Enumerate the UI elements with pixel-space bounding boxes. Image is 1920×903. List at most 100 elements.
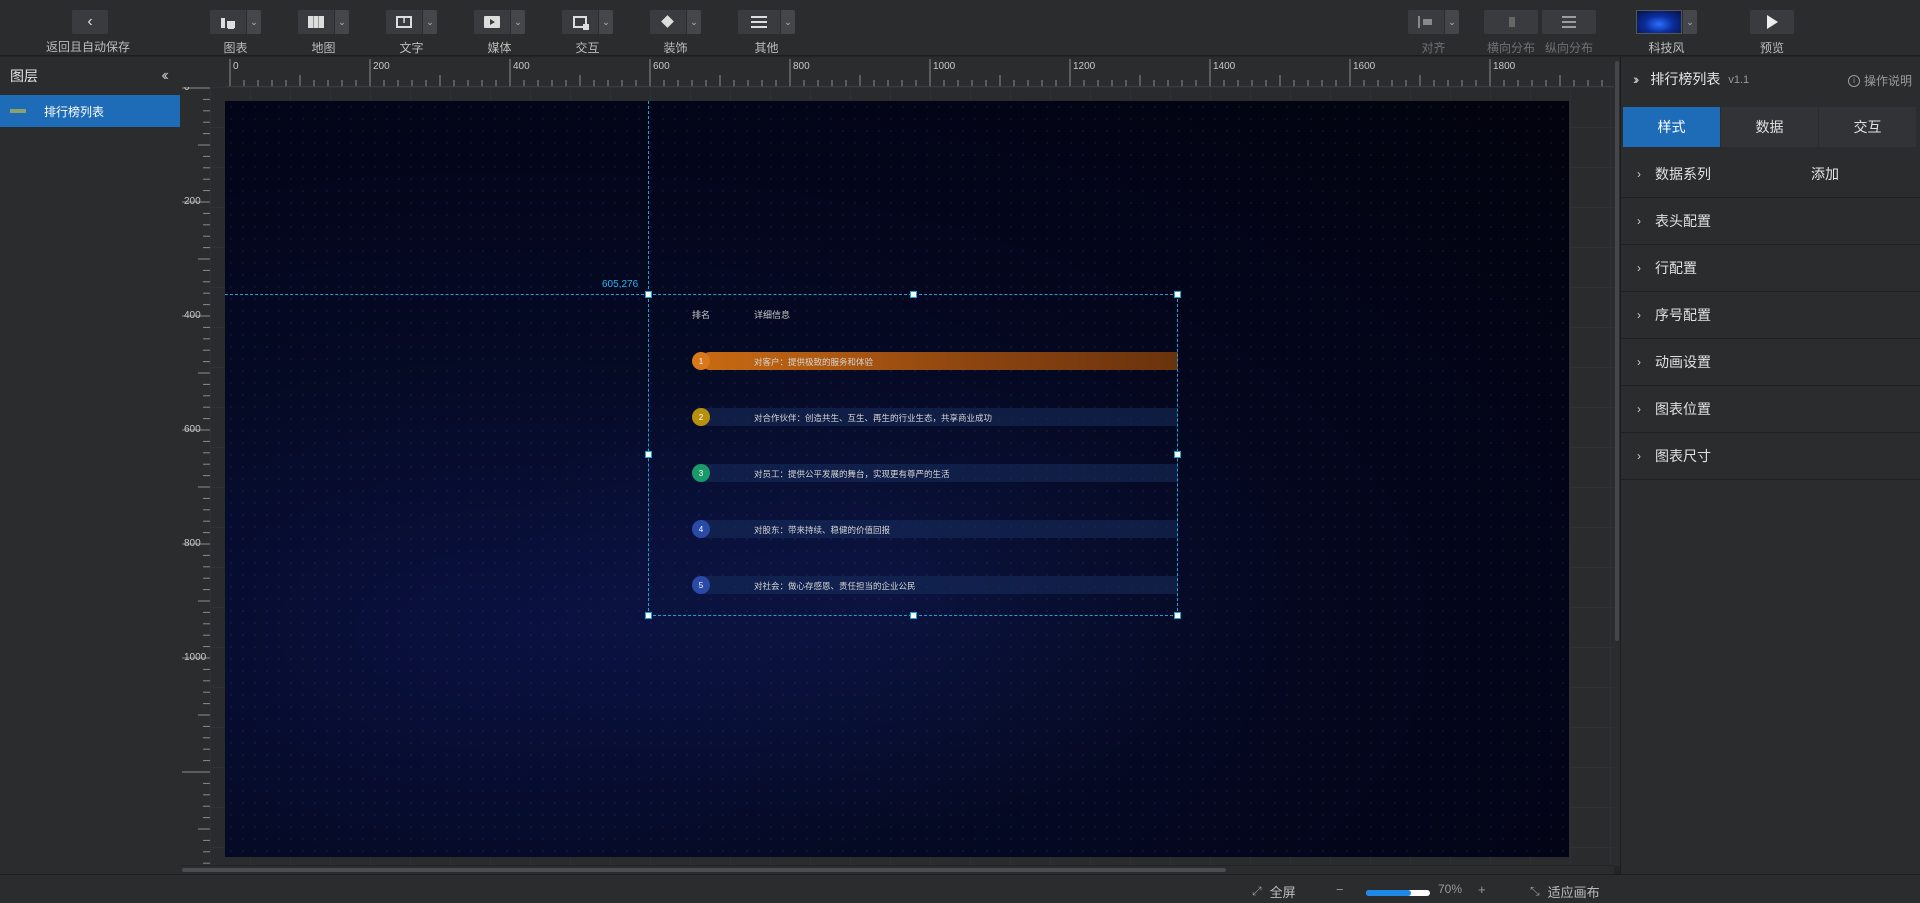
zoom-slider-fill	[1366, 890, 1411, 896]
bottom-bar: ⤢ 全屏 − 70% + ⤡ 适应画布	[0, 874, 1920, 903]
media-icon	[484, 16, 500, 28]
section-index-config[interactable]: › 序号配置	[1621, 292, 1920, 339]
resize-handle[interactable]	[645, 451, 652, 458]
toolbar-chart[interactable]: ⌄ 图表	[210, 10, 261, 56]
toolbar-other[interactable]: ⌄ 其他	[738, 10, 795, 56]
tab-interaction[interactable]: 交互	[1819, 107, 1916, 147]
chevron-down-icon[interactable]: ⌄	[511, 10, 525, 34]
ruler-label: 400	[513, 61, 530, 72]
chevron-down-icon[interactable]: ⌄	[247, 10, 261, 34]
section-label: 行配置	[1655, 260, 1697, 276]
chevron-down-icon[interactable]: ⌄	[1683, 10, 1697, 34]
selection-box[interactable]	[645, 291, 1181, 619]
section-chart-position[interactable]: › 图表位置	[1621, 386, 1920, 433]
chevron-down-icon[interactable]: ⌄	[687, 10, 701, 34]
horizontal-scrollbar[interactable]	[180, 866, 1614, 874]
toolbar-v-distribute[interactable]: 纵向分布	[1542, 10, 1596, 56]
zoom-in-button[interactable]: +	[1478, 882, 1486, 897]
ruler-label: 600	[184, 424, 201, 435]
resize-handle[interactable]	[1174, 451, 1181, 458]
ruler-corner	[180, 57, 226, 87]
fullscreen-button[interactable]: ⤢ 全屏	[1252, 882, 1296, 901]
tab-style[interactable]: 样式	[1623, 107, 1720, 147]
other-icon	[751, 16, 767, 28]
section-header-config[interactable]: › 表头配置	[1621, 198, 1920, 245]
toolbar-interaction[interactable]: ⌄ 交互	[562, 10, 613, 56]
chevron-down-icon[interactable]: ⌄	[1445, 10, 1459, 34]
help-label: 操作说明	[1863, 74, 1912, 88]
section-animation[interactable]: › 动画设置	[1621, 339, 1920, 386]
chevron-right-icon: ›	[1637, 449, 1641, 463]
resize-handle[interactable]	[910, 612, 917, 619]
double-chevron-left-icon[interactable]: ‹‹	[161, 67, 168, 85]
distribute-vertical-icon	[1562, 16, 1576, 28]
layer-item[interactable]: 排行榜列表	[0, 95, 180, 127]
toolbar-v-distribute-label: 纵向分布	[1544, 41, 1593, 55]
toolbar-align[interactable]: ⌄ 对齐	[1408, 10, 1459, 56]
scrollbar-thumb[interactable]	[182, 868, 1226, 872]
guide-line-horizontal	[225, 294, 649, 295]
back-button[interactable]: ‹	[72, 10, 108, 34]
chevron-right-icon: ›	[1637, 167, 1641, 181]
chevron-down-icon[interactable]: ⌄	[335, 10, 349, 34]
chevron-down-icon[interactable]: ⌄	[781, 10, 795, 34]
toolbar-theme[interactable]: ⌄ 科技风	[1636, 10, 1697, 56]
layers-header: 图层 ‹‹	[0, 57, 180, 95]
zoom-out-button[interactable]: −	[1336, 882, 1344, 897]
toolbar-theme-label: 科技风	[1648, 41, 1685, 55]
section-label: 表头配置	[1655, 213, 1711, 229]
properties-header: ›› 排行榜列表 v1.1 i 操作说明	[1621, 57, 1920, 101]
vertical-ruler[interactable]: 0 200 400 600 800 1000	[180, 87, 210, 865]
horizontal-ruler[interactable]: 0 200 400 600 800 1000 1200 1400 1600 1800	[226, 57, 1614, 87]
resize-handle[interactable]	[645, 291, 652, 298]
resize-handle[interactable]	[1174, 291, 1181, 298]
zoom-slider[interactable]	[1366, 890, 1430, 896]
resize-handle[interactable]	[1174, 612, 1181, 619]
chevron-right-icon: ›	[1637, 261, 1641, 275]
theme-thumbnail	[1636, 10, 1682, 34]
fit-screen-icon: ⤡	[1530, 884, 1540, 898]
chevron-right-icon: ›	[1637, 355, 1641, 369]
add-series-button[interactable]: 添加	[1811, 164, 1839, 184]
toolbar-text-label: 文字	[399, 41, 424, 55]
section-chart-size[interactable]: › 图表尺寸	[1621, 433, 1920, 480]
section-label: 图表位置	[1655, 401, 1711, 417]
toolbar-preview[interactable]: 预览	[1750, 10, 1794, 56]
toolbar-preview-label: 预览	[1759, 41, 1784, 55]
fit-canvas-label: 适应画布	[1547, 885, 1600, 900]
resize-handle[interactable]	[645, 612, 652, 619]
toolbar-decoration[interactable]: ⌄ 装饰	[650, 10, 701, 56]
fit-canvas-button[interactable]: ⤡ 适应画布	[1530, 882, 1600, 901]
component-version: v1.1	[1728, 74, 1750, 86]
chevron-right-icon: ›	[1637, 402, 1641, 416]
toolbar-decoration-label: 装饰	[663, 41, 688, 55]
fullscreen-label: 全屏	[1269, 885, 1296, 900]
chevron-down-icon[interactable]: ⌄	[423, 10, 437, 34]
position-readout: 605,276	[602, 279, 639, 290]
expand-icon: ⤢	[1252, 884, 1262, 898]
toolbar-media[interactable]: ⌄ 媒体	[474, 10, 525, 56]
help-link[interactable]: i 操作说明	[1847, 72, 1912, 89]
ruler-label: 0	[184, 87, 190, 93]
section-data-series[interactable]: › 数据系列 添加	[1621, 151, 1920, 198]
play-icon	[1766, 15, 1778, 29]
plus-icon: +	[1478, 882, 1486, 897]
layer-bar-icon	[10, 109, 26, 113]
toolbar-chart-label: 图表	[223, 41, 248, 55]
toolbar-text[interactable]: ⌄ 文字	[386, 10, 437, 56]
guide-line-vertical	[648, 101, 649, 294]
ruler-label: 200	[373, 61, 390, 72]
resize-handle[interactable]	[910, 291, 917, 298]
section-label: 图表尺寸	[1655, 448, 1711, 464]
tab-data[interactable]: 数据	[1721, 107, 1818, 147]
double-chevron-right-icon[interactable]: ››	[1633, 71, 1640, 87]
section-row-config[interactable]: › 行配置	[1621, 245, 1920, 292]
toolbar-map[interactable]: ⌄ 地图	[298, 10, 349, 56]
toolbar-other-label: 其他	[754, 41, 779, 55]
layer-item-label: 排行榜列表	[44, 104, 105, 119]
toolbar-h-distribute[interactable]: 横向分布	[1484, 10, 1538, 56]
toolbar-interaction-label: 交互	[575, 41, 600, 55]
top-toolbar: ‹ 返回且自动保存 ⌄ 图表 ⌄ 地图 ⌄ 文字 ⌄ 媒体 ⌄ 交互 ⌄ 装饰 …	[0, 0, 1920, 56]
chevron-down-icon[interactable]: ⌄	[599, 10, 613, 34]
scrollbar-thumb[interactable]	[1615, 61, 1619, 641]
